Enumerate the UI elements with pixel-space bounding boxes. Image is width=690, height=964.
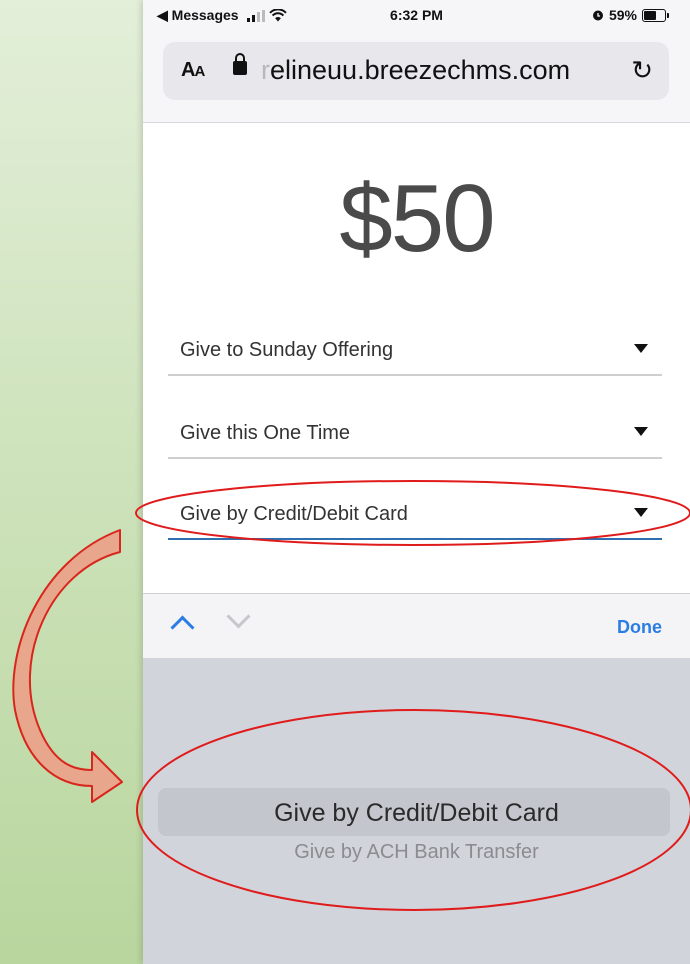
payment-method-select-value: Give by Credit/Debit Card [180, 503, 408, 525]
fund-select[interactable]: Give to Sunday Offering [168, 330, 662, 376]
dropdown-caret-icon [634, 508, 648, 517]
frequency-select-value: Give this One Time [180, 422, 351, 444]
dropdown-caret-icon [634, 344, 648, 353]
status-right: 59% [592, 7, 669, 23]
reload-icon[interactable]: ↻ [631, 55, 653, 86]
curved-arrow-icon [12, 529, 123, 803]
dropdown-caret-icon [634, 427, 648, 436]
frequency-select[interactable]: Give this One Time [168, 413, 662, 459]
text-size-button[interactable]: AA [181, 59, 205, 82]
done-button[interactable]: Done [617, 617, 662, 638]
alarm-icon [592, 10, 603, 21]
status-bar: ◀ Messages 6:32 PM 59% [143, 0, 690, 30]
fund-select-value: Give to Sunday Offering [180, 339, 394, 361]
picker-option-selected[interactable]: Give by Credit/Debit Card [143, 799, 690, 828]
lock-icon [233, 53, 247, 75]
url-domain: relineuu.breezechms.com [261, 55, 571, 85]
address-bar[interactable]: AA relineuu.breezechms.com ↻ [163, 42, 669, 100]
picker-option[interactable]: Give by ACH Bank Transfer [143, 841, 690, 864]
next-field-icon[interactable] [226, 604, 251, 629]
donation-amount[interactable]: $50 [143, 164, 690, 274]
battery-percent: 59% [608, 7, 637, 23]
previous-field-icon[interactable] [170, 615, 195, 640]
payment-method-select[interactable]: Give by Credit/Debit Card [168, 494, 662, 540]
browser-toolbar: AA relineuu.breezechms.com ↻ [143, 30, 690, 123]
battery-icon [642, 8, 669, 22]
option-picker-wheel[interactable]: Give by Credit/Debit Card Give by ACH Ba… [143, 658, 690, 964]
keyboard-accessory-bar: Done [143, 593, 690, 659]
phone-screen: ◀ Messages 6:32 PM 59% AA relineuu.breez… [143, 0, 690, 964]
